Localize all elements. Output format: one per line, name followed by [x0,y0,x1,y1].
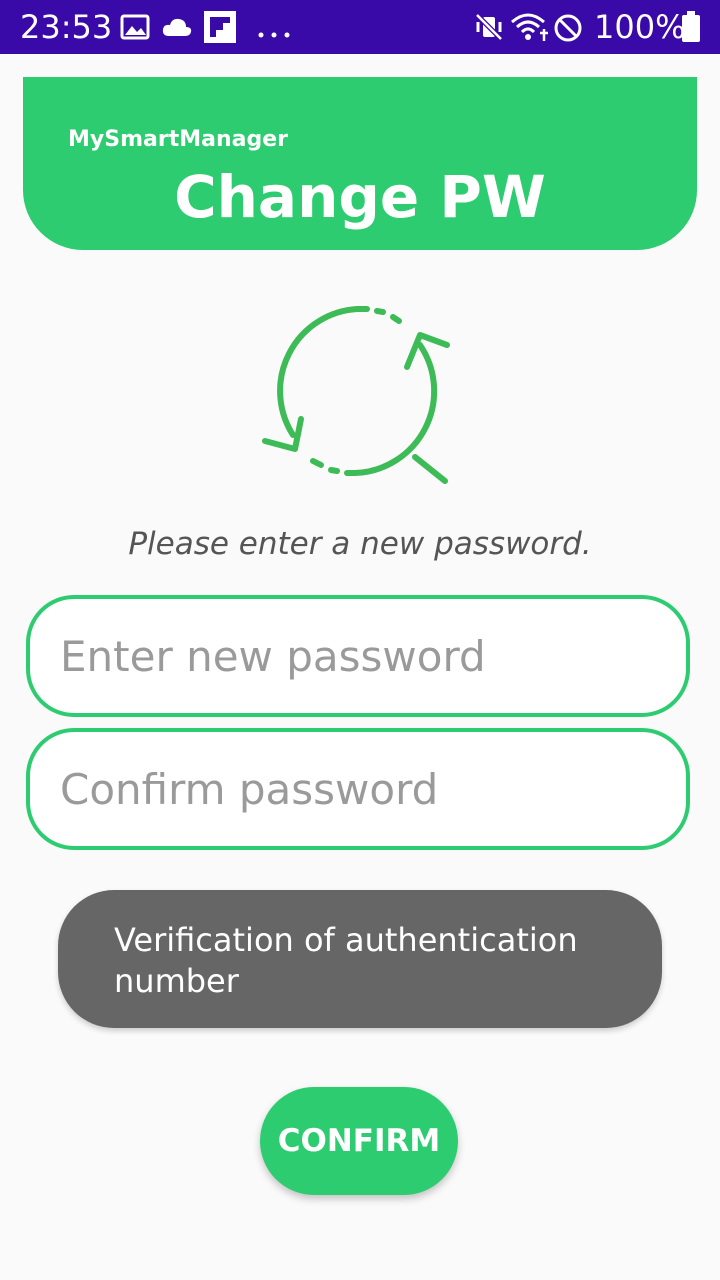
confirm-password-field[interactable] [26,728,690,850]
new-password-input[interactable] [60,599,660,713]
confirm-password-input[interactable] [60,732,660,846]
do-not-disturb-icon [553,13,583,48]
header-card: MySmartManager Change PW [23,77,697,250]
page-title: Change PW [174,163,546,231]
flipboard-icon [204,11,236,48]
status-time: 23:53 [20,8,113,46]
cloud-icon [161,16,193,43]
vibrate-mute-icon [474,12,504,47]
verification-button[interactable]: Verification of authentication number [58,890,662,1028]
battery-percent: 100% [594,8,686,46]
image-icon [120,14,150,45]
new-password-field[interactable] [26,595,690,717]
wifi-icon [510,11,550,48]
status-bar: 23:53 100% [0,0,720,54]
password-refresh-icon [255,295,465,495]
battery-icon [681,11,701,48]
more-dots-icon [258,25,290,43]
confirm-button[interactable]: CONFIRM [260,1087,458,1195]
app-name: MySmartManager [68,127,288,152]
instruction-text: Please enter a new password. [128,526,592,562]
verification-label: Verification of authentication number [114,921,578,1000]
